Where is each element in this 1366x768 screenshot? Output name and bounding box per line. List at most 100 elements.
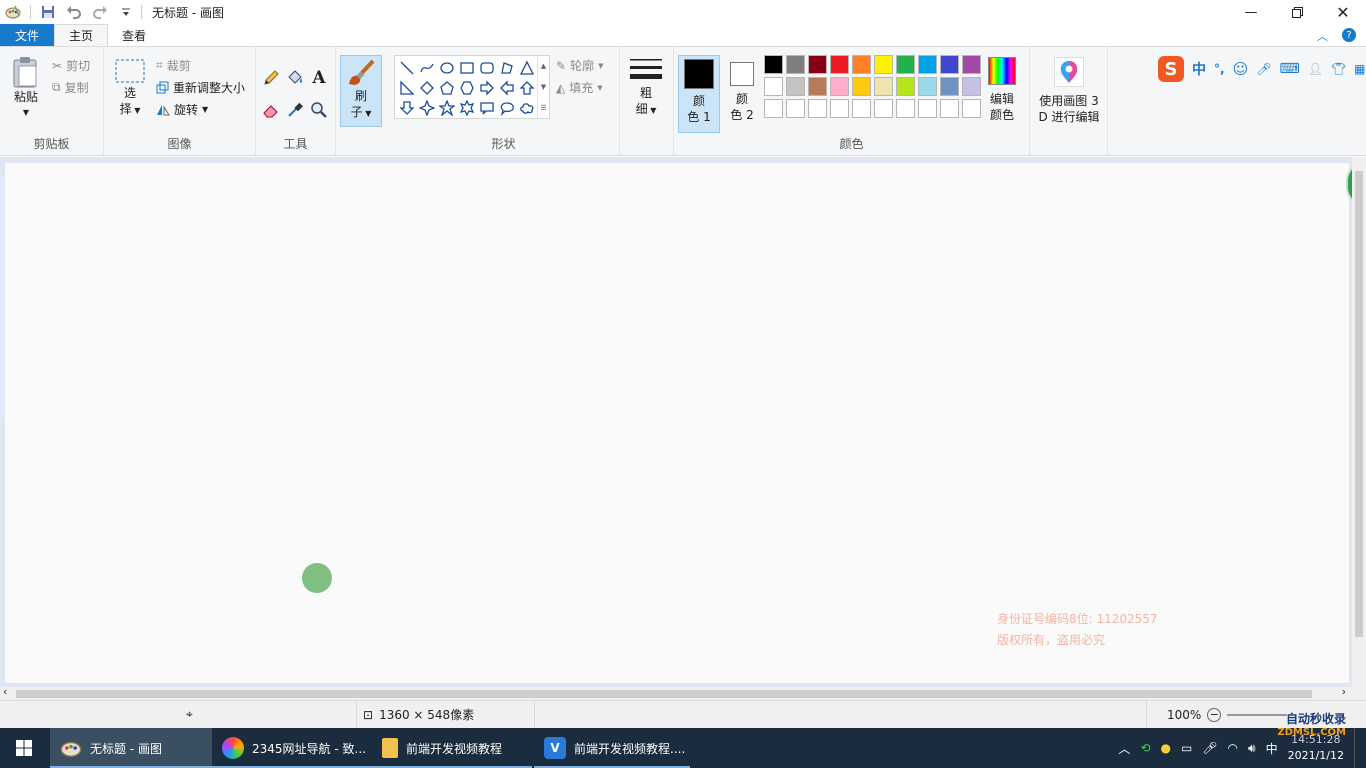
crop-button[interactable]: ⌗ 裁剪 [156,57,191,74]
cut-button[interactable]: ✂ 剪切 [52,57,90,74]
up-arrow-shape-icon[interactable] [517,78,537,98]
wifi-icon[interactable]: ◠ [1228,741,1238,755]
palette-swatch[interactable] [852,55,871,74]
text-tool-icon[interactable]: A [308,67,330,89]
palette-swatch[interactable] [896,99,915,118]
triangle-shape-icon[interactable] [517,58,537,78]
five-point-star-shape-icon[interactable] [437,98,457,118]
palette-swatch[interactable] [918,77,937,96]
palette-swatch[interactable] [852,99,871,118]
paste-button[interactable]: 粘贴 ▼ [6,55,46,121]
undo-icon[interactable] [65,3,83,21]
oval-shape-icon[interactable] [437,58,457,78]
taskbar-item-browser[interactable]: 2345网址导航 - 致... [212,728,372,768]
emoji-icon[interactable]: ☺ [1233,60,1249,78]
keyboard-icon[interactable]: ⌨ [1279,61,1299,77]
palette-swatch[interactable] [874,77,893,96]
minimize-button[interactable]: — [1228,0,1274,24]
select-button[interactable]: 选 择 ▼ [110,57,150,119]
line-shape-icon[interactable] [397,58,417,78]
show-desktop-button[interactable] [1354,728,1358,768]
palette-swatch[interactable] [918,99,937,118]
show-hidden-icons-icon[interactable]: ︿ [1118,740,1130,757]
user-icon[interactable]: 👤︎ [1308,62,1323,76]
edit-colors-button[interactable]: 编辑 颜色 [982,57,1022,123]
vertical-scrollbar[interactable] [1352,157,1366,687]
palette-swatch[interactable] [808,55,827,74]
rectangle-shape-icon[interactable] [457,58,477,78]
palette-swatch[interactable] [808,77,827,96]
redo-icon[interactable] [91,3,109,21]
hexagon-shape-icon[interactable] [457,78,477,98]
microphone-icon[interactable]: 🎤︎ [1256,62,1271,76]
palette-swatch[interactable] [918,55,937,74]
pencil-icon[interactable] [260,67,282,89]
menu-grid-icon[interactable]: ▦ [1354,62,1365,76]
brushes-button[interactable]: 刷 子 ▼ [340,55,382,127]
palette-swatch[interactable] [764,99,783,118]
color-picker-icon[interactable] [284,99,306,121]
ime-language-indicator[interactable]: 中 [1192,59,1206,79]
customize-quick-access-icon[interactable] [117,3,135,21]
maximize-button[interactable] [1274,0,1320,24]
palette-swatch[interactable] [830,99,849,118]
vertical-scroll-thumb[interactable] [1355,171,1363,637]
down-arrow-shape-icon[interactable] [397,98,417,118]
collapse-ribbon-icon[interactable]: ︿ [1317,28,1328,44]
palette-swatch[interactable] [786,77,805,96]
resize-button[interactable]: 重新调整大小 [156,79,245,96]
diamond-shape-icon[interactable] [417,78,437,98]
palette-swatch[interactable] [940,77,959,96]
pentagon-shape-icon[interactable] [437,78,457,98]
scroll-down-icon[interactable]: ▼ [541,83,546,91]
palette-swatch[interactable] [808,99,827,118]
scroll-right-icon[interactable]: › [1342,685,1346,698]
skin-icon[interactable]: 👕︎ [1331,62,1346,76]
shapes-scroll[interactable]: ▲ ▼ ☰ [537,56,549,118]
copy-button[interactable]: ⧉ 复制 [52,79,89,96]
horizontal-scrollbar[interactable]: ‹ › [0,685,1366,700]
size-button[interactable]: 粗 细 ▼ [626,57,666,119]
outline-button[interactable]: ✎ 轮廓 ▼ [556,57,603,74]
color1-button[interactable]: 颜 色 1 [678,55,720,133]
cloud-callout-shape-icon[interactable] [517,98,537,118]
tab-view[interactable]: 查看 [108,24,160,46]
close-button[interactable]: ✕ [1320,0,1366,24]
punctuation-icon[interactable]: °, [1214,62,1225,76]
palette-swatch[interactable] [786,99,805,118]
help-icon[interactable]: ? [1342,28,1356,42]
expand-gallery-icon[interactable]: ☰ [540,104,546,112]
taskbar-item-folder[interactable]: 前端开发视频教程 [372,728,532,768]
volume-icon[interactable]: 🔊︎ [1248,741,1256,756]
taskbar-item-editor[interactable]: V 前端开发视频教程.... [534,728,690,768]
rounded-rectangle-shape-icon[interactable] [477,58,497,78]
zoom-out-icon[interactable]: − [1207,707,1222,722]
edit-with-paint3d-button[interactable]: 使用画图 3 D 进行编辑 [1032,57,1106,125]
palette-swatch[interactable] [786,55,805,74]
palette-swatch[interactable] [896,55,915,74]
palette-swatch[interactable] [896,77,915,96]
canvas-resize-handle[interactable] [0,177,5,417]
drawing-canvas[interactable]: 身份证号编码8位: 11202557 版权所有，盗用必究 [5,163,1349,683]
eraser-icon[interactable] [260,99,282,121]
color2-button[interactable]: 颜 色 2 [722,55,762,133]
palette-swatch[interactable] [940,99,959,118]
paint-app-icon[interactable] [4,3,22,21]
tab-home[interactable]: 主页 [54,24,109,46]
fill-bucket-icon[interactable] [284,67,306,89]
palette-swatch[interactable] [962,77,981,96]
oval-callout-shape-icon[interactable] [497,98,517,118]
palette-swatch[interactable] [764,77,783,96]
fill-button[interactable]: ◭ 填充 ▼ [556,79,603,96]
start-button[interactable] [0,728,50,768]
curve-shape-icon[interactable] [417,58,437,78]
polygon-shape-icon[interactable] [497,58,517,78]
palette-swatch[interactable] [962,55,981,74]
palette-swatch[interactable] [852,77,871,96]
microphone-icon[interactable]: 🎤︎ [1202,741,1217,755]
magnifier-icon[interactable] [308,99,330,121]
six-point-star-shape-icon[interactable] [457,98,477,118]
palette-swatch[interactable] [764,55,783,74]
palette-swatch[interactable] [874,99,893,118]
palette-swatch[interactable] [830,77,849,96]
